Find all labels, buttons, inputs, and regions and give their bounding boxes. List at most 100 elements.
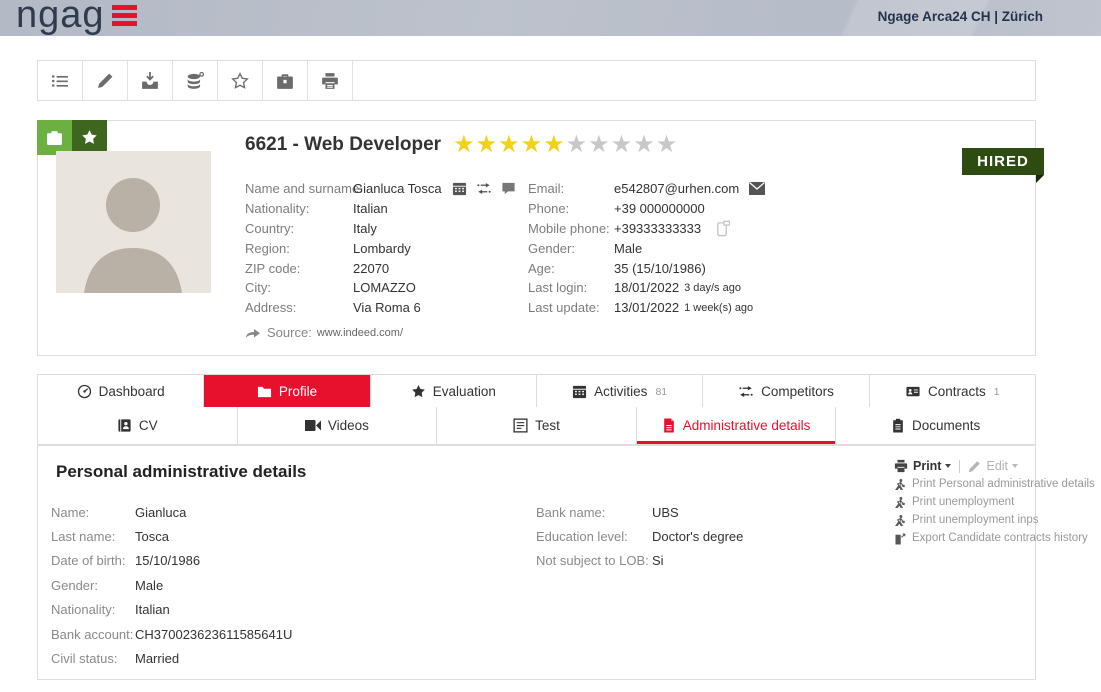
caret-down-icon — [945, 464, 951, 468]
tab-profile[interactable]: Profile — [204, 375, 370, 408]
ngage-logo[interactable]: ngag — [16, 0, 137, 37]
menu-item-print-unemployment-inps[interactable]: Print unemployment inps — [894, 511, 1101, 529]
activities-count-badge: 81 — [655, 386, 667, 398]
photo-gallery-button[interactable] — [37, 120, 72, 155]
field-row-zip: ZIP code:22070 — [245, 258, 525, 278]
last-login-ago: 3 day/s ago — [684, 282, 741, 294]
favorite-button[interactable] — [218, 61, 263, 100]
gauge-icon — [77, 384, 92, 399]
source-row: Source: www.indeed.com/ — [245, 325, 403, 340]
pencil-icon — [968, 460, 981, 473]
tab-administrative-details[interactable]: Administrative details — [637, 407, 837, 444]
admin-details-card: Personal administrative details Print Ed… — [37, 445, 1036, 680]
field-row-phone: Phone:+39 000000000 — [528, 199, 828, 219]
mobile-sms-icon[interactable] — [715, 220, 730, 237]
field-row-mobile: Mobile phone: +39333333333 — [528, 219, 828, 239]
field-row-last-update: Last update:13/01/20221 week(s) ago — [528, 298, 828, 318]
tab-competitors[interactable]: Competitors — [703, 375, 869, 408]
compare-icon[interactable] — [476, 181, 492, 196]
admin-row-education: Education level:Doctor's degree — [536, 524, 743, 548]
field-row-last-login: Last login:18/01/20223 day/s ago — [528, 278, 828, 298]
menu-item-print-unemployment[interactable]: Print unemployment — [894, 493, 1101, 511]
candidate-toolbar — [37, 60, 1036, 101]
tab-cv[interactable]: CV — [38, 407, 238, 444]
field-row-country: Country:Italy — [245, 219, 525, 239]
status-badge-fold — [1036, 175, 1044, 183]
printer-icon — [894, 459, 908, 473]
avatar — [56, 151, 211, 293]
field-row-email: Email: e542807@urhen.com — [528, 179, 828, 199]
person-run-icon — [894, 496, 906, 509]
source-label: Source: — [267, 325, 312, 340]
contracts-count-badge: 1 — [994, 386, 1000, 398]
tab-activities[interactable]: Activities 81 — [537, 375, 703, 408]
star-rating-button[interactable] — [72, 120, 107, 155]
folder-icon — [257, 384, 272, 399]
candidate-title: 6621 - Web Developer — [245, 134, 441, 156]
print-button[interactable] — [308, 61, 353, 100]
archive-button[interactable] — [128, 61, 173, 100]
file-export-icon — [894, 532, 906, 545]
tab-evaluation[interactable]: Evaluation — [371, 375, 537, 408]
star-outline-icon — [231, 72, 249, 90]
stars-filled: ★★★★★ — [453, 131, 566, 158]
compare-icon — [738, 384, 754, 399]
caret-down-icon — [1012, 464, 1018, 468]
admin-row-bank-account: Bank account:CH370023623611585641U — [51, 622, 292, 646]
jobs-button[interactable] — [263, 61, 308, 100]
field-row-name: Name and surname: Gianluca Tosca — [245, 179, 525, 199]
field-row-age: Age:35 (15/10/1986) — [528, 258, 828, 278]
list-icon — [51, 72, 69, 90]
comment-icon[interactable] — [501, 181, 516, 196]
printer-icon — [321, 72, 339, 90]
candidate-photo — [56, 151, 211, 293]
calendar-icon — [572, 384, 587, 399]
edit-menu-button[interactable]: Edit — [986, 459, 1008, 473]
clipboard-icon — [891, 418, 905, 433]
database-tag-button[interactable] — [173, 61, 218, 100]
menu-item-export-contracts-history[interactable]: Export Candidate contracts history — [894, 529, 1101, 547]
section-heading: Personal administrative details — [56, 462, 306, 482]
pencil-icon — [97, 72, 114, 89]
field-row-nationality: Nationality:Italian — [245, 199, 525, 219]
tab-dashboard[interactable]: Dashboard — [38, 375, 204, 408]
details-left-column: Name and surname: Gianluca Tosca Nationa… — [245, 179, 525, 318]
menu-item-print-admin-details[interactable]: Print Personal administrative details — [894, 475, 1101, 493]
admin-row-nationality: Nationality:Italian — [51, 598, 292, 622]
source-link[interactable]: www.indeed.com/ — [317, 327, 403, 339]
star-icon — [81, 129, 98, 146]
tab-videos[interactable]: Videos — [238, 407, 438, 444]
calendar-icon[interactable] — [452, 181, 467, 196]
briefcase-icon — [276, 72, 294, 90]
admin-fields-left: Name:Gianluca Last name:Tosca Date of bi… — [51, 500, 292, 671]
list-button[interactable] — [38, 61, 83, 100]
person-run-icon — [894, 514, 906, 527]
print-menu-button[interactable]: Print — [913, 459, 941, 473]
person-run-icon — [894, 478, 906, 491]
admin-row-lob: Not subject to LOB:Si — [536, 549, 743, 573]
field-row-address: Address:Via Roma 6 — [245, 298, 525, 318]
stars-empty: ★★★★★ — [566, 131, 679, 158]
rating-stars[interactable]: ★★★★★★★★★★ — [453, 133, 678, 157]
admin-row-last-name: Last name:Tosca — [51, 524, 292, 548]
source-arrow-icon — [245, 327, 261, 339]
star-filled-icon — [411, 384, 426, 399]
tab-documents[interactable]: Documents — [836, 407, 1035, 444]
test-survey-icon — [513, 418, 528, 433]
divider — [959, 460, 960, 473]
admin-row-bank-name: Bank name:UBS — [536, 500, 743, 524]
tab-contracts[interactable]: Contracts 1 — [870, 375, 1035, 408]
tab-test[interactable]: Test — [437, 407, 637, 444]
account-label: Ngage Arca24 CH | Zürich — [878, 9, 1043, 24]
envelope-icon[interactable] — [749, 182, 765, 195]
cv-idcard-icon — [117, 418, 132, 433]
admin-row-dob: Date of birth:15/10/1986 — [51, 549, 292, 573]
contract-card-icon — [905, 384, 921, 399]
field-row-city: City:LOMAZZO — [245, 278, 525, 298]
logo-e-icon — [112, 5, 137, 26]
print-edit-actions: Print Edit Print Personal administrative… — [894, 457, 1101, 547]
edit-button[interactable] — [83, 61, 128, 100]
inbox-download-icon — [141, 72, 159, 90]
admin-doc-icon — [662, 418, 676, 433]
details-right-column: Email: e542807@urhen.com Phone:+39 00000… — [528, 179, 828, 318]
